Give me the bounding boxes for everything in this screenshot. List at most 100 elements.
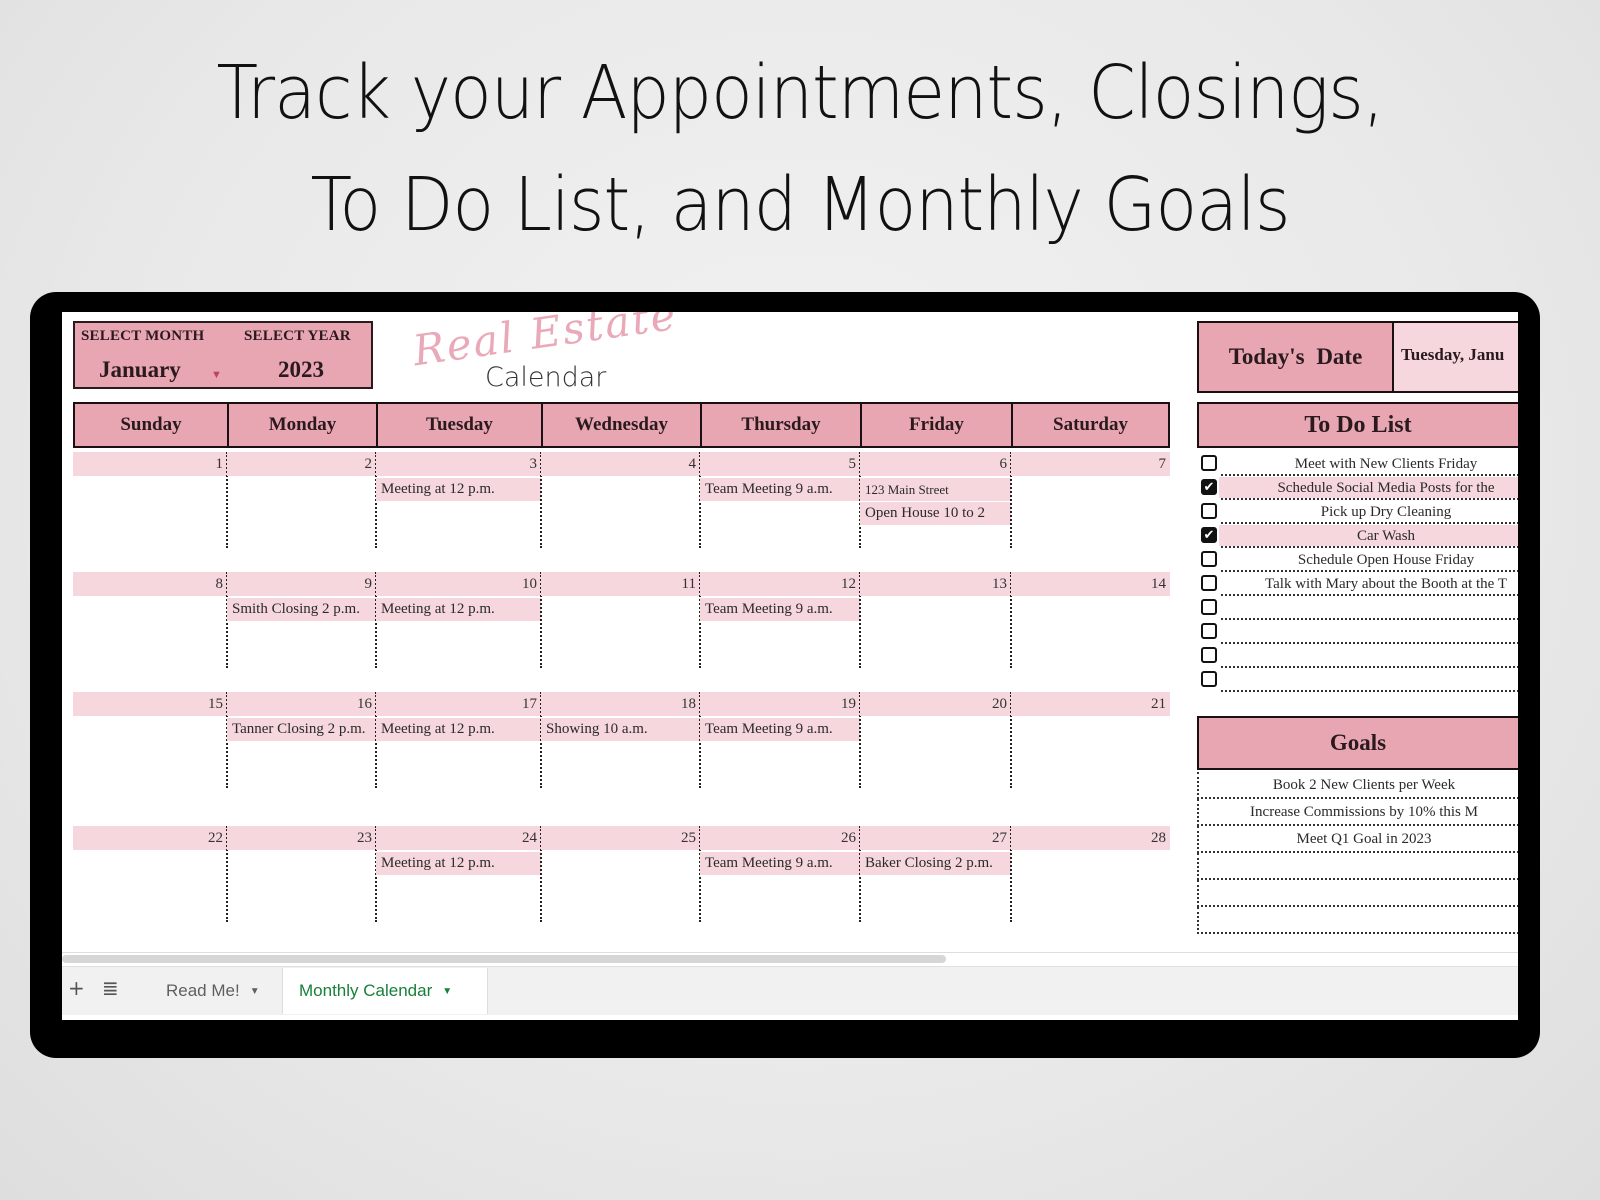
calendar-event[interactable]: Smith Closing 2 p.m. bbox=[227, 598, 376, 621]
calendar-event[interactable]: Team Meeting 9 a.m. bbox=[700, 852, 860, 875]
checkbox-icon[interactable] bbox=[1201, 623, 1217, 639]
day-number[interactable]: 16 bbox=[227, 692, 376, 716]
day-number[interactable]: 6 bbox=[860, 452, 1011, 476]
day-number[interactable]: 8 bbox=[73, 572, 227, 596]
calendar-event[interactable]: 123 Main Street bbox=[860, 478, 1011, 501]
calendar-event[interactable]: Meeting at 12 p.m. bbox=[376, 852, 541, 875]
headline-line-2: To Do List, and Monthly Goals bbox=[310, 162, 1290, 248]
tab-label: Monthly Calendar bbox=[299, 981, 433, 1000]
day-number[interactable]: 15 bbox=[73, 692, 227, 716]
day-number[interactable]: 4 bbox=[541, 452, 700, 476]
day-number[interactable]: 10 bbox=[376, 572, 541, 596]
goal-item: Book 2 New Clients per Week bbox=[1197, 772, 1518, 799]
goals-header: Goals bbox=[1197, 716, 1518, 770]
todo-text[interactable]: Schedule Social Media Posts for the bbox=[1221, 476, 1518, 500]
chevron-down-icon[interactable]: ▼ bbox=[442, 986, 452, 997]
day-number[interactable]: 13 bbox=[860, 572, 1011, 596]
day-number[interactable]: 19 bbox=[700, 692, 860, 716]
goal-text[interactable]: Book 2 New Clients per Week bbox=[1199, 772, 1518, 798]
goal-item: Meet Q1 Goal in 2023 bbox=[1197, 826, 1518, 853]
todo-text[interactable]: Schedule Open House Friday bbox=[1221, 548, 1518, 572]
headline-line-1: Track your Appointments, Closings, bbox=[216, 50, 1384, 136]
day-header-thursday: Thursday bbox=[700, 402, 862, 448]
todays-date-label: Today's Date bbox=[1199, 323, 1394, 391]
goal-item: Increase Commissions by 10% this M bbox=[1197, 799, 1518, 826]
calendar-event[interactable]: Team Meeting 9 a.m. bbox=[700, 718, 860, 741]
calendar-event[interactable]: Meeting at 12 p.m. bbox=[376, 718, 541, 741]
day-number[interactable]: 14 bbox=[1011, 572, 1170, 596]
calendar-event[interactable]: Showing 10 a.m. bbox=[541, 718, 700, 741]
tab-read-me[interactable]: Read Me! ▼ bbox=[150, 968, 280, 1014]
day-header-saturday: Saturday bbox=[1011, 402, 1170, 448]
goal-text[interactable]: Increase Commissions by 10% this M bbox=[1199, 799, 1518, 825]
calendar-event[interactable]: Open House 10 to 2 bbox=[860, 502, 1011, 525]
todo-item: Schedule Open House Friday bbox=[1197, 548, 1518, 572]
todo-text[interactable]: Meet with New Clients Friday bbox=[1221, 452, 1518, 476]
day-header-tuesday: Tuesday bbox=[376, 402, 543, 448]
todo-item: Pick up Dry Cleaning bbox=[1197, 500, 1518, 524]
calendar-event[interactable]: Team Meeting 9 a.m. bbox=[700, 478, 860, 501]
tab-monthly-calendar[interactable]: Monthly Calendar ▼ bbox=[282, 968, 488, 1014]
chevron-down-icon[interactable]: ▼ bbox=[250, 986, 260, 997]
todo-text[interactable]: Pick up Dry Cleaning bbox=[1221, 500, 1518, 524]
day-number[interactable]: 26 bbox=[700, 826, 860, 850]
day-header-friday: Friday bbox=[860, 402, 1013, 448]
goal-item bbox=[1197, 907, 1518, 934]
day-number[interactable]: 18 bbox=[541, 692, 700, 716]
day-number[interactable]: 27 bbox=[860, 826, 1011, 850]
day-number[interactable]: 1 bbox=[73, 452, 227, 476]
todo-item: Talk with Mary about the Booth at the T bbox=[1197, 572, 1518, 596]
checkbox-checked-icon[interactable]: ✔ bbox=[1201, 479, 1217, 495]
caret-down-icon[interactable]: ▼ bbox=[211, 369, 222, 381]
day-header-wednesday: Wednesday bbox=[541, 402, 702, 448]
day-number[interactable]: 7 bbox=[1011, 452, 1170, 476]
todays-date-value: Tuesday, Janu bbox=[1401, 345, 1505, 364]
checkbox-icon[interactable] bbox=[1201, 503, 1217, 519]
select-year-label: SELECT YEAR bbox=[244, 328, 351, 344]
goal-text[interactable]: Meet Q1 Goal in 2023 bbox=[1199, 826, 1518, 852]
logo-calendar-text: Calendar bbox=[485, 362, 607, 393]
checkbox-icon[interactable] bbox=[1201, 551, 1217, 567]
all-sheets-icon[interactable]: ≣ bbox=[102, 976, 119, 1000]
day-number[interactable]: 28 bbox=[1011, 826, 1170, 850]
month-dropdown[interactable]: January bbox=[99, 357, 181, 383]
todo-item: Meet with New Clients Friday bbox=[1197, 452, 1518, 476]
day-number[interactable]: 24 bbox=[376, 826, 541, 850]
day-number[interactable]: 5 bbox=[700, 452, 860, 476]
calendar-event[interactable]: Meeting at 12 p.m. bbox=[376, 598, 541, 621]
day-number[interactable]: 22 bbox=[73, 826, 227, 850]
day-number[interactable]: 25 bbox=[541, 826, 700, 850]
year-field[interactable]: 2023 bbox=[278, 357, 324, 383]
checkbox-icon[interactable] bbox=[1201, 575, 1217, 591]
calendar-event[interactable]: Team Meeting 9 a.m. bbox=[700, 598, 860, 621]
todo-text[interactable]: Talk with Mary about the Booth at the T bbox=[1221, 572, 1518, 596]
add-sheet-icon[interactable]: + bbox=[68, 976, 85, 1000]
day-number[interactable]: 12 bbox=[700, 572, 860, 596]
horizontal-scrollbar[interactable] bbox=[62, 955, 946, 963]
day-number[interactable]: 2 bbox=[227, 452, 376, 476]
checkbox-icon[interactable] bbox=[1201, 455, 1217, 471]
todo-item bbox=[1197, 620, 1518, 644]
checkbox-icon[interactable] bbox=[1201, 671, 1217, 687]
todo-item: ✔ Car Wash bbox=[1197, 524, 1518, 548]
sheet-tab-bar bbox=[62, 966, 1518, 1015]
checkbox-checked-icon[interactable]: ✔ bbox=[1201, 527, 1217, 543]
calendar-event[interactable]: Meeting at 12 p.m. bbox=[376, 478, 541, 501]
checkbox-icon[interactable] bbox=[1201, 647, 1217, 663]
day-number[interactable]: 20 bbox=[860, 692, 1011, 716]
day-number[interactable]: 21 bbox=[1011, 692, 1170, 716]
month-year-selector: SELECT MONTH SELECT YEAR January ▼ 2023 bbox=[73, 321, 373, 389]
day-number[interactable]: 9 bbox=[227, 572, 376, 596]
checkbox-icon[interactable] bbox=[1201, 599, 1217, 615]
todo-item bbox=[1197, 596, 1518, 620]
day-header-monday: Monday bbox=[227, 402, 378, 448]
day-number[interactable]: 23 bbox=[227, 826, 376, 850]
day-number[interactable]: 3 bbox=[376, 452, 541, 476]
day-number[interactable]: 17 bbox=[376, 692, 541, 716]
calendar-event[interactable]: Tanner Closing 2 p.m. bbox=[227, 718, 376, 741]
todo-item bbox=[1197, 644, 1518, 668]
spreadsheet: SELECT MONTH SELECT YEAR January ▼ 2023 … bbox=[62, 312, 1518, 1020]
day-number[interactable]: 11 bbox=[541, 572, 700, 596]
calendar-event[interactable]: Baker Closing 2 p.m. bbox=[860, 852, 1011, 875]
todo-text[interactable]: Car Wash bbox=[1221, 524, 1518, 548]
